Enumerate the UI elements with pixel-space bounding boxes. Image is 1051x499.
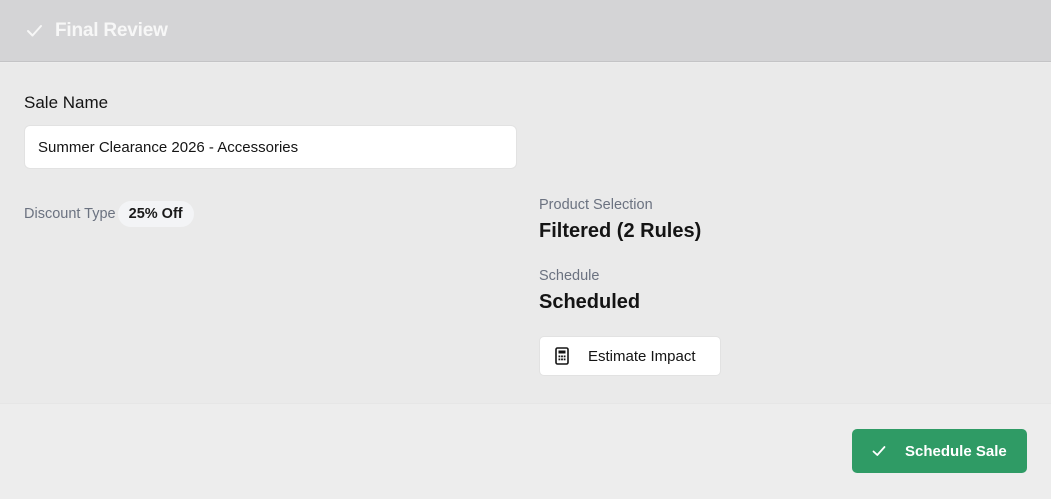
page-title: Final Review bbox=[55, 19, 168, 41]
discount-type-badge: 25% Off bbox=[117, 201, 194, 227]
check-icon bbox=[25, 21, 44, 40]
schedule-label: Schedule bbox=[539, 268, 600, 284]
sale-name-input[interactable] bbox=[24, 125, 517, 169]
schedule-sale-label: Schedule Sale bbox=[905, 442, 1007, 460]
product-selection-label: Product Selection bbox=[539, 197, 653, 213]
estimate-impact-label: Estimate Impact bbox=[588, 347, 696, 365]
review-header: Final Review bbox=[0, 0, 1051, 62]
calculator-icon bbox=[554, 347, 570, 365]
review-panel bbox=[0, 63, 1051, 403]
check-icon bbox=[871, 443, 887, 459]
product-selection-value: Filtered (2 Rules) bbox=[539, 220, 702, 242]
estimate-impact-button[interactable]: Estimate Impact bbox=[539, 336, 721, 376]
footer-divider bbox=[0, 403, 1051, 404]
discount-type-row: Discount Type 25% Off bbox=[24, 200, 194, 228]
discount-type-label: Discount Type bbox=[24, 206, 116, 222]
sale-name-label: Sale Name bbox=[24, 93, 109, 112]
schedule-value: Scheduled bbox=[539, 291, 641, 313]
schedule-sale-button[interactable]: Schedule Sale bbox=[852, 429, 1027, 473]
